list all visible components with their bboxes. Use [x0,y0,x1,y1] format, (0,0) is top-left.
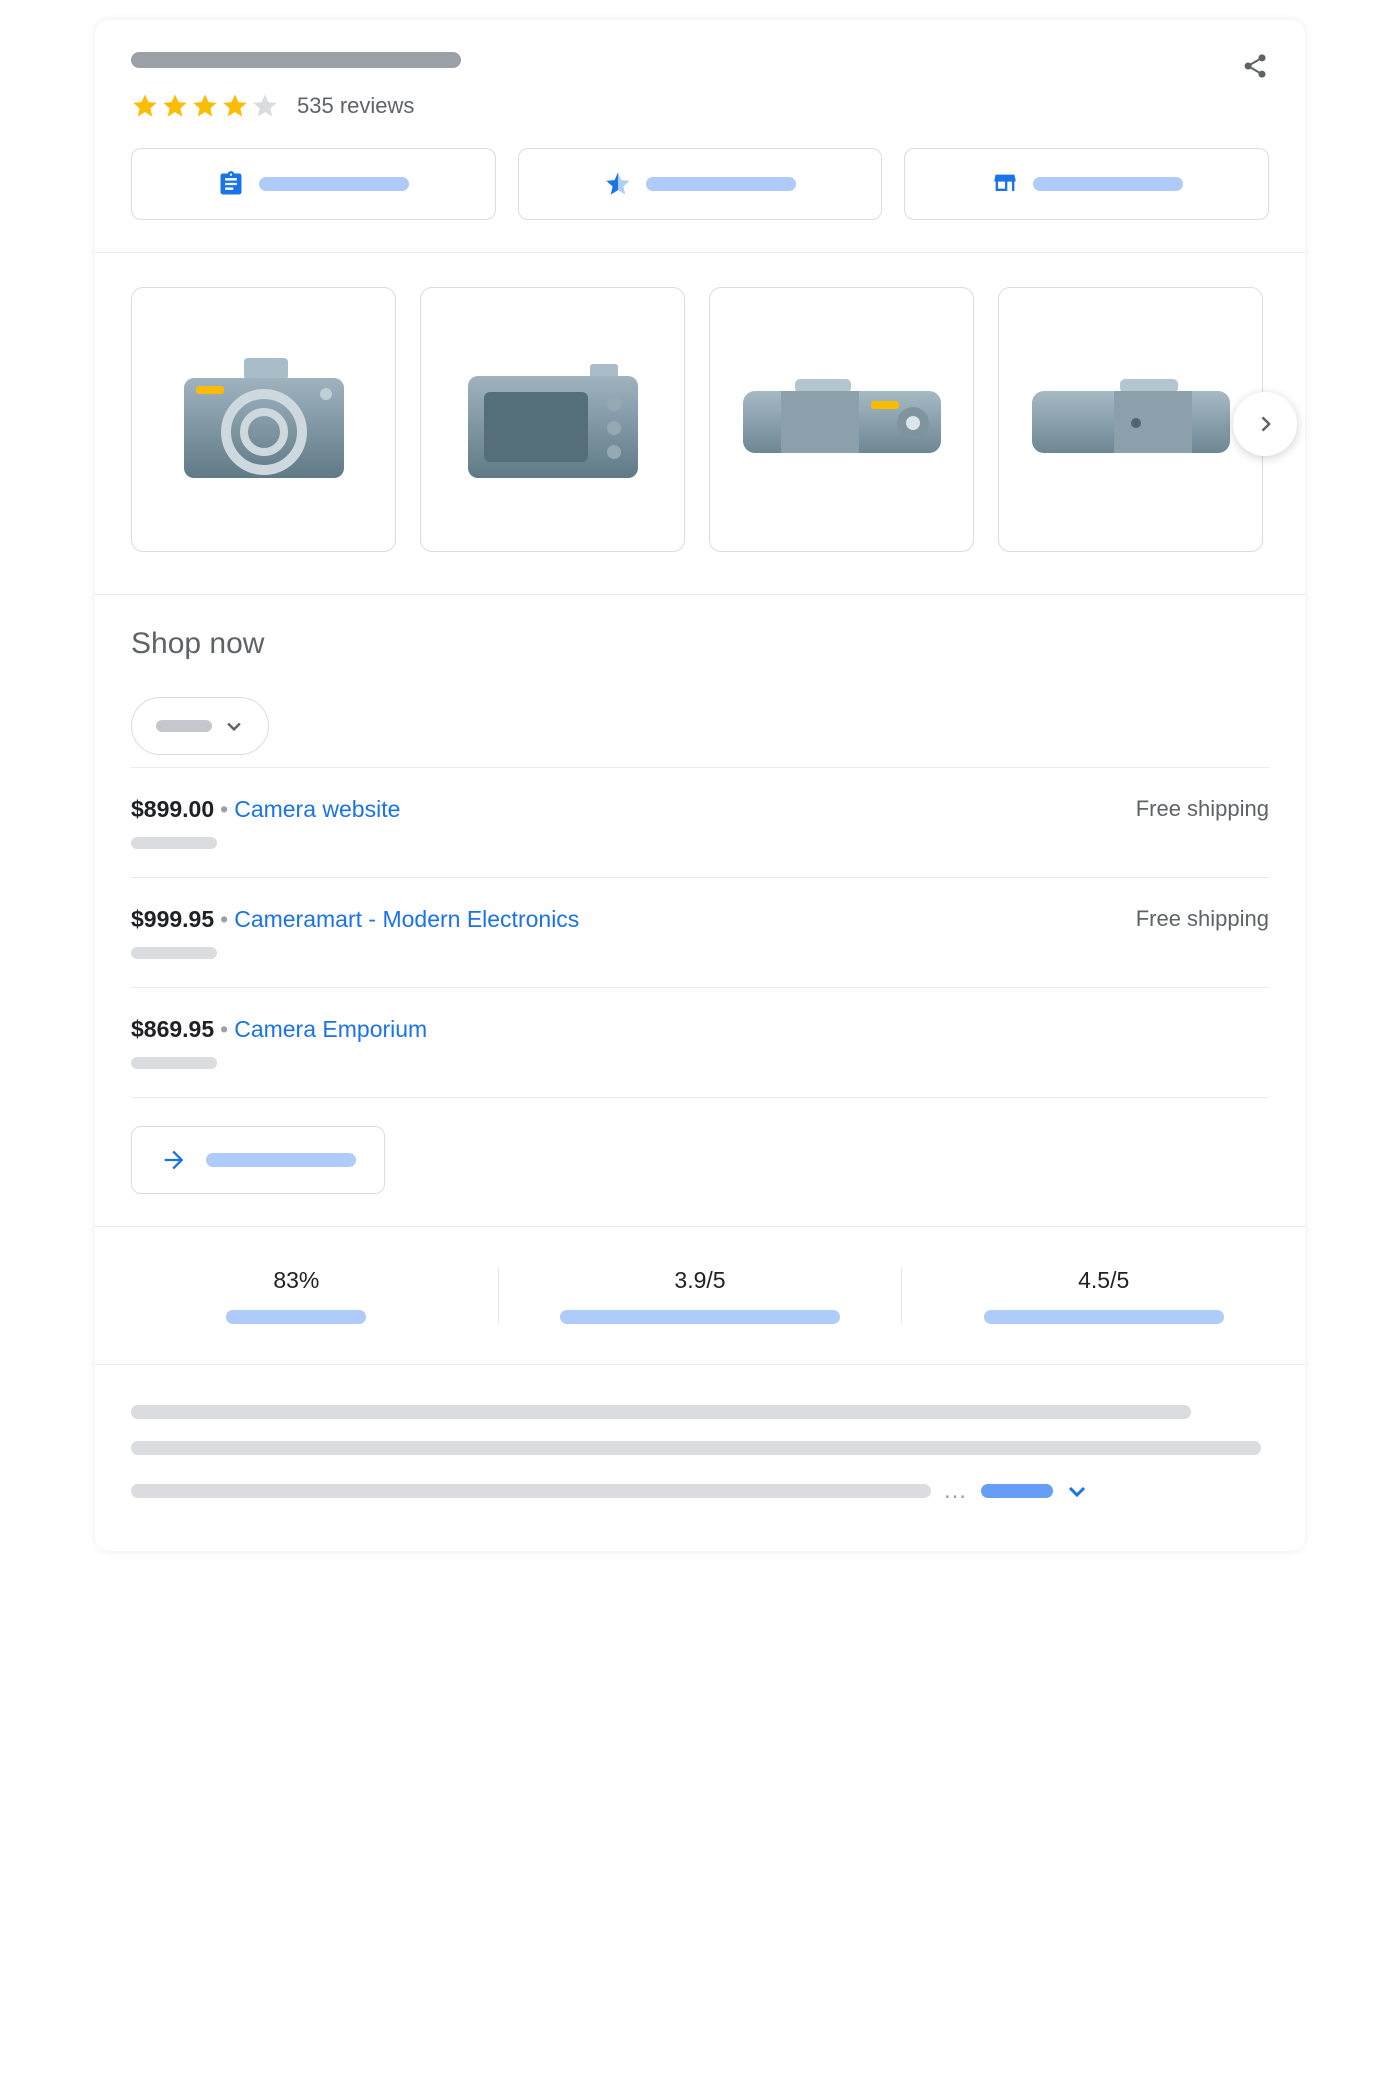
star-icon [221,92,249,120]
chip-label-placeholder [646,177,796,191]
share-button[interactable] [1241,52,1269,85]
description-line-placeholder [131,1484,931,1498]
description-ellipsis: … [943,1477,969,1505]
filter-label-placeholder [156,720,212,732]
offer-shipping: Free shipping [1136,906,1269,932]
reviews-count[interactable]: 535 reviews [297,93,414,119]
share-icon [1241,52,1269,80]
stat-label-placeholder [560,1310,840,1324]
stat-label-placeholder [226,1310,366,1324]
chevron-down-icon [224,716,244,736]
offer-shipping: Free shipping [1136,796,1269,822]
shop-heading: Shop now [131,627,1269,661]
offer-price: $869.95 [131,1016,214,1042]
stat-item[interactable]: 3.9/5 [499,1267,903,1324]
product-thumbnail-front[interactable] [131,287,396,552]
offer-vendor-link[interactable]: Camera website [234,796,400,822]
camera-top-icon [737,375,947,465]
chip-label-placeholder [259,177,409,191]
more-label-placeholder [206,1153,356,1167]
offer-meta-placeholder [131,1057,217,1069]
offer-vendor-link[interactable]: Cameramart - Modern Electronics [234,906,579,932]
description-more-placeholder[interactable] [981,1484,1053,1498]
camera-back-icon [458,350,648,490]
stat-item[interactable]: 83% [95,1267,499,1324]
star-icon [251,92,279,120]
overview-chip[interactable] [131,148,496,220]
star-icon [161,92,189,120]
gallery-section [95,253,1305,595]
product-thumbnail-bottom[interactable] [998,287,1263,552]
description-section: … [95,1365,1305,1551]
clipboard-icon [217,170,245,198]
arrow-right-icon [160,1146,188,1174]
more-offers-button[interactable] [131,1126,385,1194]
shop-section: Shop now $899.00•Camera website Free shi… [95,595,1305,1227]
shop-list: $899.00•Camera website Free shipping $99… [131,767,1269,1098]
stat-value: 4.5/5 [1078,1267,1129,1294]
shop-offer-row: $869.95•Camera Emporium [131,987,1269,1098]
stores-chip[interactable] [904,148,1269,220]
chip-label-placeholder [1033,177,1183,191]
description-line-placeholder [131,1405,1191,1419]
offer-meta-placeholder [131,947,217,959]
product-thumbnail-top[interactable] [709,287,974,552]
header-row: 535 reviews [131,52,1269,148]
separator-dot: • [220,906,228,932]
action-chips-row [131,148,1269,220]
shop-offer-row: $899.00•Camera website Free shipping [131,767,1269,877]
product-card: 535 reviews [95,20,1305,1551]
reviews-chip[interactable] [518,148,883,220]
chevron-down-icon[interactable] [1065,1479,1089,1503]
separator-dot: • [220,796,228,822]
description-last-row: … [131,1477,1269,1505]
carousel-next-button[interactable] [1233,392,1297,456]
stat-label-placeholder [984,1310,1224,1324]
star-icon [191,92,219,120]
star-icon [131,92,159,120]
description-line-placeholder [131,1441,1261,1455]
storefront-icon [991,170,1019,198]
product-thumbnail-back[interactable] [420,287,685,552]
camera-front-icon [174,350,354,490]
camera-bottom-icon [1026,375,1236,465]
chevron-right-icon [1255,414,1275,434]
star-rating [131,92,279,120]
star-half-icon [604,170,632,198]
stat-value: 83% [273,1267,319,1294]
stat-value: 3.9/5 [674,1267,725,1294]
offer-vendor-link[interactable]: Camera Emporium [234,1016,427,1042]
offer-price: $999.95 [131,906,214,932]
rating-row: 535 reviews [131,92,461,120]
separator-dot: • [220,1016,228,1042]
image-gallery [131,287,1269,552]
product-title-placeholder [131,52,461,68]
offer-meta-placeholder [131,837,217,849]
shop-offer-row: $999.95•Cameramart - Modern Electronics … [131,877,1269,987]
header-section: 535 reviews [95,20,1305,253]
stats-section: 83% 3.9/5 4.5/5 [95,1227,1305,1365]
filter-chip[interactable] [131,697,269,755]
stat-item[interactable]: 4.5/5 [902,1267,1305,1324]
offer-price: $899.00 [131,796,214,822]
